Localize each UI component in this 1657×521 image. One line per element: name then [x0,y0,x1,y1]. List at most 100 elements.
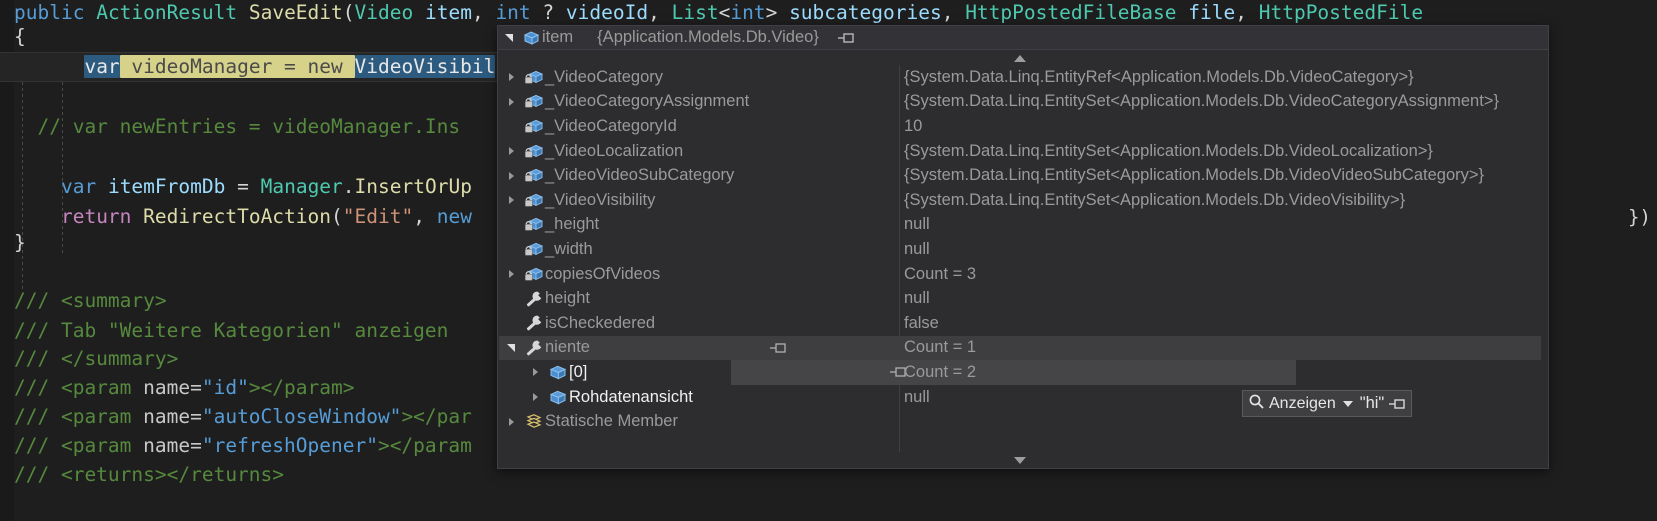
datatip-row-value-cell[interactable]: {System.Data.Linq.EntitySet<Application.… [904,188,1405,213]
datatip-row-name: _width [545,239,593,258]
field-icon [523,264,545,284]
expander-collapsed-icon[interactable] [499,262,523,286]
datatip-row[interactable]: height null [499,286,1541,311]
expander-expanded-icon [505,33,513,42]
expander-placeholder [499,311,523,335]
datatip-row[interactable]: _VideoVideoSubCategory {System.Data.Linq.… [499,163,1541,188]
datatip-expression-type: {Application.Models.Db.Video} [597,28,819,46]
datatip-row-value: Count = 3 [904,264,977,283]
expander-collapsed-icon[interactable] [499,90,523,114]
datatip-row-name: Statische Member [545,412,678,431]
expander-collapsed-icon[interactable] [499,139,523,163]
datatip-row-value: Count = 2 [904,362,977,381]
property-icon [523,289,545,309]
datatip-row-value-cell[interactable]: Count = 1 [904,336,976,361]
datatip-row-value-cell[interactable]: {System.Data.Linq.EntityRef<Application.… [904,65,1414,90]
datatip-row[interactable]: copiesOfVideos Count = 3 [499,262,1541,287]
datatip-scroll-up-button[interactable] [499,51,1541,65]
object-cube-icon [520,28,542,48]
debugger-datatip[interactable]: item {Application.Models.Db.Video} _Vide… [497,25,1549,469]
field-icon [523,67,545,87]
datatip-row-name: _VideoVideoSubCategory [545,166,735,185]
datatip-row-value-cell[interactable]: {System.Data.Linq.EntitySet<Application.… [904,139,1433,164]
datatip-row-name: _height [545,215,600,234]
datatip-row-value-cell[interactable]: null [904,213,930,238]
expander-expanded-icon[interactable] [499,336,523,360]
pin-icon[interactable] [769,340,787,356]
datatip-row-value-cell[interactable]: 10 [904,114,922,139]
datatip-header[interactable]: item {Application.Models.Db.Video} [498,26,1548,50]
visualizer-popup[interactable]: Anzeigen "hi" [1242,390,1413,417]
code-fragment-right: }) [1628,206,1651,228]
datatip-row-value-cell[interactable]: null [904,286,930,311]
field-icon [523,215,545,235]
property-icon [523,338,545,358]
object-cube-icon [547,387,569,407]
expander-collapsed-icon[interactable] [499,65,523,89]
datatip-row[interactable]: _height null [499,213,1541,238]
datatip-row-value: {System.Data.Linq.EntitySet<Application.… [904,141,1433,160]
datatip-row[interactable]: niente Count = 1 [499,335,1541,361]
field-icon [523,116,545,136]
datatip-row[interactable]: _VideoCategory {System.Data.Linq.EntityRe… [499,65,1541,90]
datatip-row-value: null [904,239,930,258]
datatip-row[interactable]: _VideoVisibility {System.Data.Linq.Entity… [499,188,1541,213]
datatip-row-value-cell[interactable]: {System.Data.Linq.EntitySet<Application.… [904,163,1484,188]
expander-collapsed-icon[interactable] [499,188,523,212]
expander-collapsed-icon[interactable] [523,385,547,409]
datatip-row-value-cell[interactable]: Count = 2 [904,360,976,385]
datatip-row-name: copiesOfVideos [545,264,661,283]
visualizer-label[interactable]: Anzeigen [1269,395,1336,413]
datatip-scroll-down-button[interactable] [499,453,1541,467]
datatip-row-value: {System.Data.Linq.EntityRef<Application.… [904,67,1414,86]
datatip-row-value: {System.Data.Linq.EntitySet<Application.… [904,92,1499,111]
expander-placeholder [499,237,523,261]
expander-placeholder [499,287,523,311]
datatip-row[interactable]: _VideoCategoryId 10 [499,114,1541,139]
scroll-down-arrow-icon [1014,456,1026,464]
datatip-row-value: null [904,215,930,234]
expander-collapsed-icon[interactable] [499,164,523,188]
row-hover-highlight [731,360,1296,385]
datatip-row-name: niente [545,338,590,357]
datatip-row-value-cell[interactable]: Count = 3 [904,262,976,287]
field-icon [523,190,545,210]
expander-placeholder [499,114,523,138]
field-icon [523,239,545,259]
datatip-row-value: null [904,289,930,308]
datatip-expression-name: item [542,28,574,46]
datatip-row-name: [0] [569,362,588,381]
chevron-down-icon[interactable] [1342,400,1353,407]
datatip-header-expander[interactable] [498,26,520,50]
visual-studio-debugger-screen: public ActionResult SaveEdit(Video item,… [0,0,1657,521]
pin-icon[interactable] [837,30,855,46]
datatip-row[interactable]: _width null [499,237,1541,262]
visualizer-value: "hi" [1359,394,1385,412]
datatip-row-name: _VideoLocalization [545,141,684,160]
object-cube-icon [547,362,569,382]
datatip-row-value: {System.Data.Linq.EntitySet<Application.… [904,190,1406,209]
datatip-row-name: Rohdatenansicht [569,387,693,406]
datatip-row-value-cell[interactable]: null [904,385,930,410]
datatip-row[interactable]: [0] Count = 2 [499,360,1541,385]
datatip-row[interactable]: _VideoLocalization {System.Data.Linq.Enti… [499,139,1541,164]
scroll-up-arrow-icon [1014,54,1026,62]
datatip-row-name: _VideoCategoryId [545,116,677,135]
datatip-row-value-cell[interactable]: false [904,311,939,336]
datatip-row-value: 10 [904,116,923,135]
field-icon [523,141,545,161]
datatip-row-name: _VideoCategory [545,67,664,86]
expander-collapsed-icon[interactable] [523,360,547,384]
expander-collapsed-icon[interactable] [499,410,523,434]
datatip-row-name: height [545,289,590,308]
datatip-row[interactable]: isCheckedered false [499,311,1541,336]
datatip-row-value-cell[interactable]: null [904,237,930,262]
datatip-row-value-cell[interactable]: {System.Data.Linq.EntitySet<Application.… [904,90,1499,115]
pin-icon[interactable] [1388,396,1406,412]
datatip-row[interactable]: _VideoCategoryAssignment {System.Data.Lin… [499,90,1541,115]
datatip-row-value: {System.Data.Linq.EntitySet<Application.… [904,166,1485,185]
datatip-row-name: _VideoCategoryAssignment [545,92,750,111]
property-icon [523,313,545,333]
datatip-row-name: _VideoVisibility [545,190,656,209]
field-icon [523,166,545,186]
